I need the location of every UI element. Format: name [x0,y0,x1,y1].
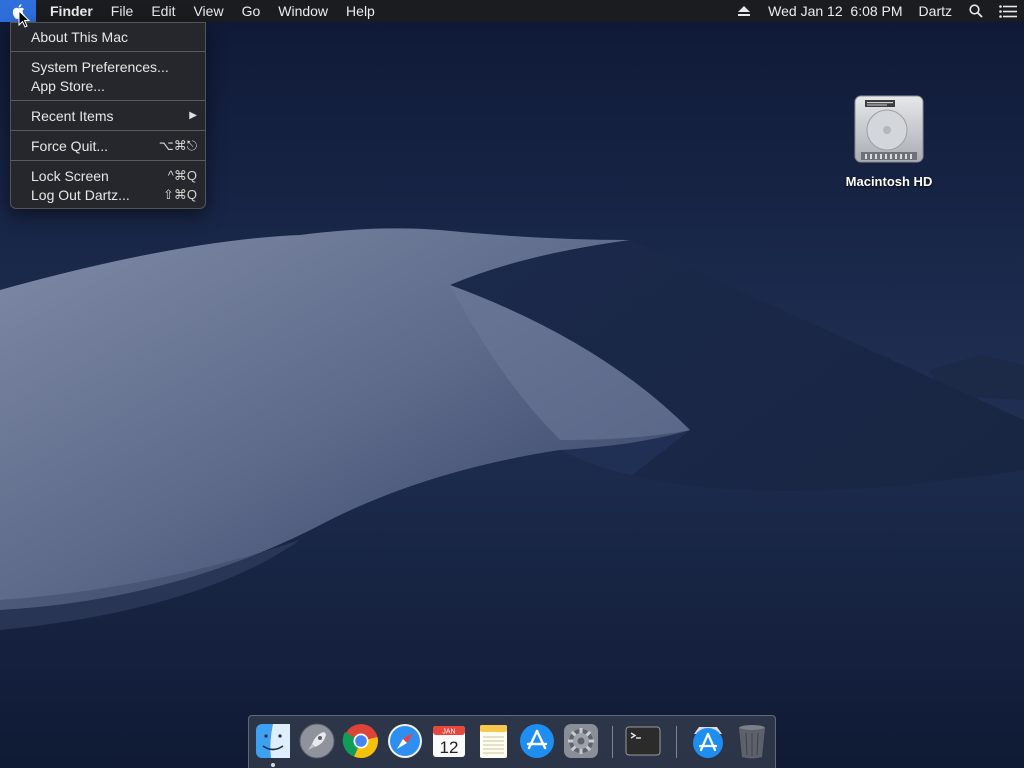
dock-item-calendar[interactable]: JAN 12 [430,722,468,760]
menu-item-about-this-mac[interactable]: About This Mac [11,27,205,46]
eject-icon[interactable] [728,0,760,22]
finder-icon [256,724,290,758]
menu-finder[interactable]: Finder [36,0,102,22]
menu-item-label: Force Quit... [31,137,109,154]
menu-item-label: About This Mac [31,28,129,45]
menu-item-label: Recent Items [31,107,114,124]
notification-center-icon[interactable] [992,0,1024,22]
menu-item-shortcut: ^⌘Q [167,167,197,183]
dock-item-trash[interactable] [733,722,771,760]
menu-help[interactable]: Help [337,0,384,22]
safari-compass-icon [388,724,422,758]
menu-view[interactable]: View [184,0,232,22]
menu-edit[interactable]: Edit [142,0,184,22]
gear-icon [564,724,598,758]
dock-item-finder[interactable] [254,722,292,760]
terminal-icon [625,726,661,756]
notes-icon [480,725,507,758]
menu-item-force-quit[interactable]: Force Quit... ⌥⌘⎋ [11,136,205,155]
menu-item-app-store[interactable]: App Store... [11,76,205,95]
dock-item-app-store[interactable] [518,722,556,760]
menu-bar: Finder File Edit View Go Window Help Wed… [0,0,1024,22]
menu-item-label: System Preferences... [31,58,169,75]
dock: JAN 12 [248,715,776,768]
dock-separator [612,726,613,758]
menu-file[interactable]: File [102,0,143,22]
menu-item-label: Lock Screen [31,167,109,184]
spotlight-search-icon[interactable] [960,0,992,22]
menu-item-label: Log Out Dartz... [31,186,130,203]
submenu-arrow-icon: ▶ [189,110,197,121]
dock-item-safari[interactable] [386,722,424,760]
apple-menu-dropdown: About This Mac System Preferences... App… [10,22,206,209]
menu-item-lock-screen[interactable]: Lock Screen ^⌘Q [11,166,205,185]
dock-item-terminal[interactable] [624,722,662,760]
dock-separator [676,726,677,758]
calendar-day: 12 [440,738,459,757]
calendar-month: JAN [442,729,455,736]
menu-bar-status-area: Wed Jan 12 6:08 PM Dartz [728,0,1024,22]
launchpad-rocket-icon [299,723,335,759]
menu-item-system-preferences[interactable]: System Preferences... [11,57,205,76]
calendar-icon: JAN 12 [433,726,465,757]
dock-item-notes[interactable] [474,722,512,760]
menu-window[interactable]: Window [269,0,337,22]
running-indicator [271,763,275,767]
menu-go[interactable]: Go [233,0,270,22]
mouse-cursor-icon [18,10,30,28]
clock[interactable]: Wed Jan 12 6:08 PM [760,0,910,22]
user-account-menu[interactable]: Dartz [911,0,960,22]
dock-item-system-preferences[interactable] [562,722,600,760]
hard-drive-icon [854,95,924,163]
menu-separator [11,100,205,101]
dock-item-app-store-download[interactable] [689,722,727,760]
chrome-icon [342,724,378,758]
app-store-icon [520,724,554,758]
menu-item-label: App Store... [31,77,105,94]
menu-item-shortcut: ⌥⌘⎋ [158,137,197,153]
desktop-icon-label: Macintosh HD [845,174,933,189]
desktop-icon-macintosh-hd[interactable]: Macintosh HD [840,92,938,202]
dock-item-chrome[interactable] [342,722,380,760]
menu-item-recent-items[interactable]: Recent Items ▶ [11,106,205,125]
menu-item-shortcut: ⇧⌘Q [162,186,197,202]
menu-separator [11,160,205,161]
trash-icon [739,725,765,759]
menu-separator [11,51,205,52]
dock-item-launchpad[interactable] [298,722,336,760]
menu-separator [11,130,205,131]
menu-item-log-out[interactable]: Log Out Dartz... ⇧⌘Q [11,185,205,204]
app-store-download-icon [693,727,723,758]
